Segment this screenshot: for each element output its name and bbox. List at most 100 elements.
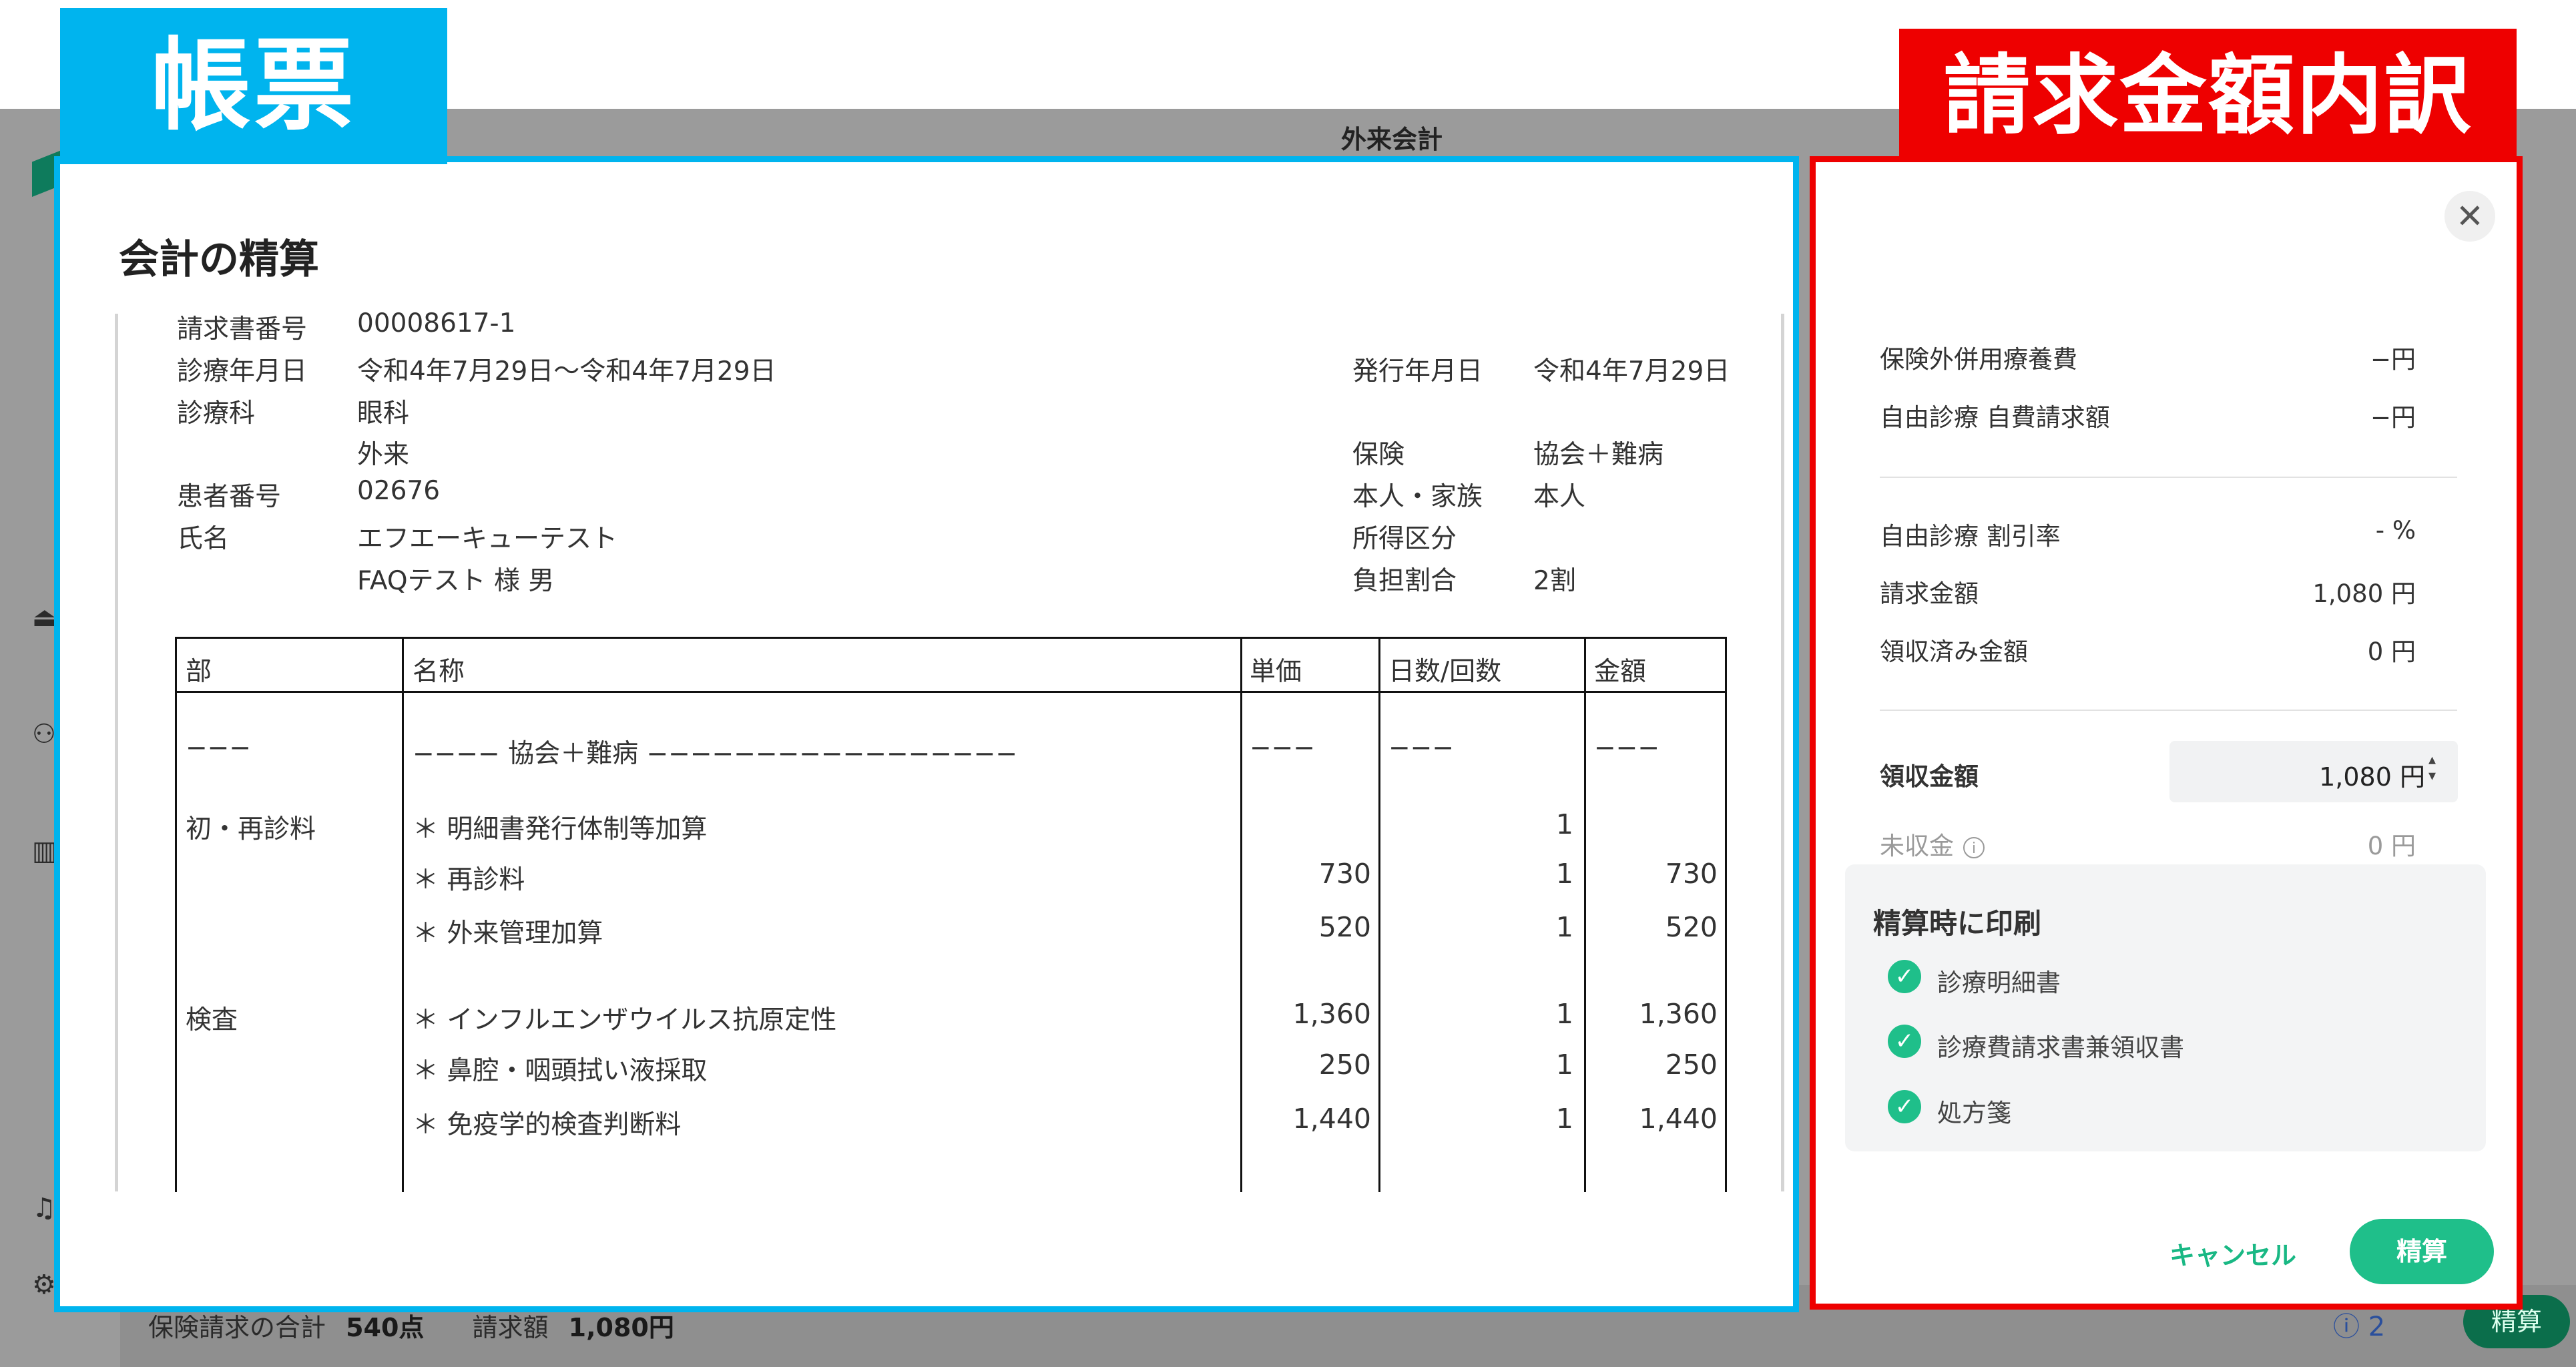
window-title: 外来会計 — [1340, 125, 1443, 154]
row-count: 1 — [1555, 858, 1573, 890]
print-title: 精算時に印刷 — [1873, 907, 2042, 940]
divider — [1880, 477, 2457, 478]
document-scroll-edge — [115, 314, 118, 1191]
patient-no-label: 患者番号 — [177, 482, 282, 512]
invoice-no: 00008617-1 — [357, 308, 516, 338]
insurance: 協会＋難病 — [1533, 440, 1664, 470]
dash-cell: −−− — [1594, 733, 1660, 763]
invoice-no-label: 請求書番号 — [177, 314, 308, 344]
table-col-line — [1584, 637, 1586, 1192]
checkbox-checked-icon[interactable]: ✓ — [1888, 1090, 1921, 1123]
row-name: ＊ 外来管理加算 — [413, 918, 603, 948]
table-col-line — [402, 637, 404, 1192]
billing-row-label: 請求金額 — [1880, 579, 1979, 608]
print-option-label: 診療費請求書兼領収書 — [1937, 1033, 2184, 1062]
info-icon[interactable]: i — [1963, 836, 1985, 858]
billing-row-label: 自由診療 自費請求額 — [1880, 403, 2110, 432]
checkbox-checked-icon[interactable]: ✓ — [1888, 1025, 1921, 1058]
unpaid-label: 未収金 — [1880, 832, 1954, 860]
row-section: 検査 — [186, 1005, 238, 1035]
print-option-label: 処方箋 — [1937, 1099, 2011, 1127]
billed-label: 請求額 — [472, 1313, 549, 1342]
table-col-line — [1378, 637, 1380, 1192]
detail-table — [175, 637, 1727, 1192]
table-col-line — [1240, 637, 1242, 1192]
info-count: 2 — [2368, 1312, 2386, 1342]
document-title: 会計の精算 — [119, 236, 319, 283]
billed-value: 1,080円 — [568, 1313, 674, 1342]
row-unit: 520 — [1318, 911, 1371, 943]
row-count: 1 — [1555, 1049, 1573, 1081]
income-label: 所得区分 — [1352, 524, 1457, 554]
receipt-value[interactable]: 1,080 円 — [2319, 756, 2425, 793]
visit-type: 外来 — [357, 440, 410, 470]
row-amount: 250 — [1665, 1049, 1718, 1081]
row-unit: 730 — [1318, 858, 1371, 890]
footer-summary: 保険請求の合計 540点 請求額 1,080円 — [148, 1307, 674, 1344]
billing-label: 請求金額内訳 — [1899, 29, 2517, 162]
row-amount: 520 — [1665, 911, 1718, 943]
row-count: 1 — [1555, 911, 1573, 943]
insurance-total-value: 540点 — [346, 1313, 425, 1342]
row-name: ＊ インフルエンザウイルス抗原定性 — [413, 1005, 837, 1035]
table-header-section: 部 — [186, 657, 212, 687]
close-icon[interactable]: ✕ — [2444, 191, 2495, 242]
table-header-count: 日数/回数 — [1388, 657, 1502, 687]
row-unit: 1,360 — [1292, 998, 1371, 1030]
row-amount: 730 — [1665, 858, 1718, 890]
row-unit: 1,440 — [1292, 1103, 1371, 1135]
billing-row-label: 保険外併用療養費 — [1880, 345, 2077, 374]
row-amount: 1,440 — [1639, 1103, 1718, 1135]
insurance-total-label: 保険請求の合計 — [148, 1313, 326, 1342]
billing-row-label: 自由診療 割引率 — [1880, 522, 2061, 551]
patient-name-alpha: FAQテスト 様 男 — [357, 566, 555, 596]
receipt-label: 領収金額 — [1880, 762, 1979, 791]
footer-info[interactable]: ⓘ 2 — [2333, 1305, 2385, 1344]
row-name: ＊ 明細書発行体制等加算 — [413, 814, 708, 844]
unpaid-row: 未収金 i — [1880, 826, 1985, 862]
cancel-button[interactable]: キャンセル — [2169, 1235, 2296, 1272]
row-name: ＊ 免疫学的検査判断料 — [413, 1110, 682, 1140]
document-scrollbar[interactable] — [1781, 314, 1784, 1191]
treatment-date: 令和4年7月29日〜令和4年7月29日 — [357, 356, 776, 386]
billing-row-label: 領収済み金額 — [1880, 637, 2028, 666]
insurance-label: 保険 — [1352, 440, 1405, 470]
table-header-line — [175, 691, 1727, 693]
dash-cell: −−− — [186, 733, 252, 763]
relation-label: 本人・家族 — [1352, 482, 1483, 512]
row-amount: 1,360 — [1639, 998, 1718, 1030]
row-section: 初・再診料 — [186, 814, 316, 844]
billing-row-value: −円 — [2370, 345, 2416, 374]
stepper-icon[interactable]: ▴ ▾ — [2428, 752, 2436, 784]
row-name: ＊ 再診料 — [413, 865, 525, 895]
burden: 2割 — [1533, 566, 1576, 596]
dash-cell: −−− — [1250, 733, 1316, 763]
patient-name: エフエーキューテスト — [357, 524, 618, 554]
insurance-divider-cell: −−−− 協会＋難病 −−−−−−−−−−−−−−−−− — [413, 739, 1018, 769]
department-label: 診療科 — [177, 398, 256, 429]
burden-label: 負担割合 — [1352, 566, 1457, 596]
settle-button[interactable]: 精算 — [2350, 1219, 2494, 1284]
billing-row-value: 0 円 — [2367, 637, 2416, 666]
patient-no: 02676 — [357, 476, 441, 506]
relation: 本人 — [1533, 482, 1586, 512]
divider — [1880, 710, 2457, 711]
billing-row-value: −円 — [2370, 403, 2416, 432]
row-count: 1 — [1555, 998, 1573, 1030]
department: 眼科 — [357, 398, 410, 429]
dash-cell: −−− — [1388, 733, 1455, 763]
billing-row-value: - % — [2375, 516, 2416, 545]
row-count: 1 — [1555, 808, 1573, 840]
row-unit: 250 — [1318, 1049, 1371, 1081]
checkbox-checked-icon[interactable]: ✓ — [1888, 960, 1921, 993]
treatment-date-label: 診療年月日 — [177, 356, 308, 386]
issue-date: 令和4年7月29日 — [1533, 356, 1730, 386]
row-name: ＊ 鼻腔・咽頭拭い液採取 — [413, 1056, 708, 1086]
print-option-label: 診療明細書 — [1937, 969, 2061, 997]
name-label: 氏名 — [177, 524, 230, 554]
billing-row-value: 1,080 円 — [2312, 579, 2416, 608]
row-count: 1 — [1555, 1103, 1573, 1135]
document-label: 帳票 — [60, 8, 447, 164]
issue-date-label: 発行年月日 — [1352, 356, 1483, 386]
table-header-name: 名称 — [413, 657, 465, 687]
